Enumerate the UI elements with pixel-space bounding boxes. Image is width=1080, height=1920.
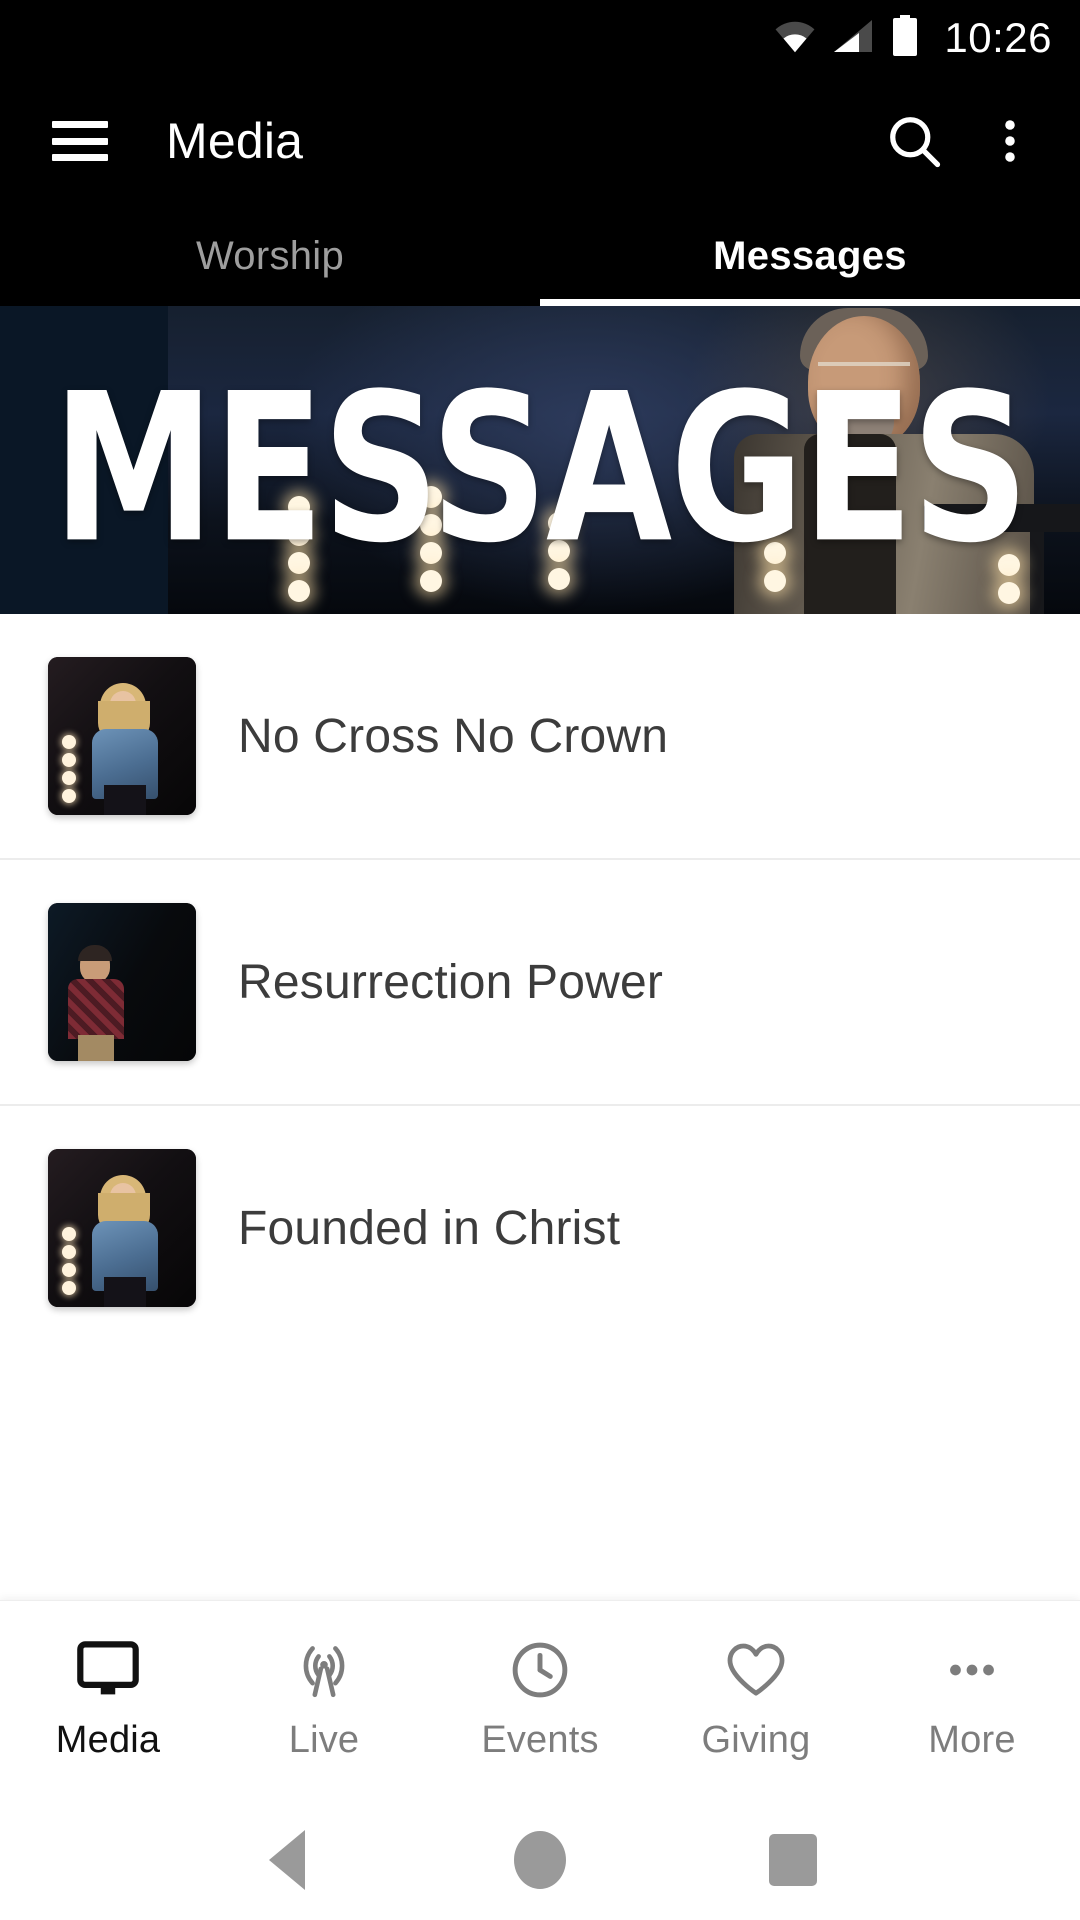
tab-messages[interactable]: Messages — [540, 206, 1080, 306]
message-title: Founded in Christ — [238, 1201, 621, 1255]
bottom-navigation: Media Live Events Giving More — [0, 1600, 1080, 1800]
clock-icon — [510, 1639, 570, 1701]
nav-label-events: Events — [481, 1719, 599, 1761]
recents-square-icon[interactable] — [733, 1800, 853, 1920]
nav-item-media[interactable]: Media — [0, 1639, 216, 1762]
status-bar-clock: 10:26 — [944, 14, 1052, 61]
status-bar: 10:26 — [0, 0, 1080, 76]
android-system-nav — [0, 1800, 1080, 1920]
hamburger-menu-icon[interactable] — [52, 121, 108, 161]
page-title: Media — [166, 113, 304, 169]
home-circle-icon[interactable] — [480, 1800, 600, 1920]
nav-label-giving: Giving — [701, 1719, 811, 1761]
nav-label-live: Live — [288, 1719, 360, 1761]
tab-worship-label: Worship — [195, 233, 345, 278]
message-title: No Cross No Crown — [238, 709, 669, 763]
nav-item-events[interactable]: Events — [432, 1639, 648, 1762]
battery-icon — [890, 14, 920, 63]
heart-icon — [725, 1639, 787, 1701]
broadcast-icon — [294, 1639, 354, 1701]
wifi-icon — [772, 18, 818, 59]
tab-messages-label: Messages — [713, 233, 907, 278]
list-item[interactable]: No Cross No Crown — [0, 614, 1080, 860]
nav-item-more[interactable]: More — [864, 1639, 1080, 1762]
message-thumbnail — [48, 657, 196, 815]
nav-item-giving[interactable]: Giving — [648, 1639, 864, 1762]
tab-active-indicator — [540, 299, 1080, 306]
app-screen: 10:26 Media Worship Messages MESSAGES No… — [0, 0, 1080, 1920]
message-thumbnail — [48, 1149, 196, 1307]
hero-headline-wrap: MESSAGES — [0, 306, 1080, 614]
hero-headline: MESSAGES — [52, 348, 1030, 588]
media-tab-bar: Worship Messages — [0, 206, 1080, 306]
app-bar: Media — [0, 76, 1080, 206]
message-thumbnail — [48, 903, 196, 1061]
nav-label-media: Media — [55, 1719, 161, 1761]
message-title: Resurrection Power — [238, 955, 664, 1009]
nav-item-live[interactable]: Live — [216, 1639, 432, 1762]
monitor-icon — [77, 1639, 139, 1701]
more-vertical-icon[interactable] — [962, 93, 1058, 189]
hero-banner[interactable]: MESSAGES — [0, 306, 1080, 614]
tab-worship[interactable]: Worship — [0, 206, 540, 306]
search-icon[interactable] — [866, 93, 962, 189]
back-triangle-icon[interactable] — [227, 1800, 347, 1920]
nav-label-more: More — [928, 1719, 1016, 1761]
ellipsis-icon — [941, 1639, 1003, 1701]
list-item[interactable]: Founded in Christ — [0, 1106, 1080, 1320]
cellular-signal-icon — [832, 18, 876, 59]
messages-list[interactable]: No Cross No Crown Resurrection Power Fou… — [0, 614, 1080, 1320]
list-item[interactable]: Resurrection Power — [0, 860, 1080, 1106]
